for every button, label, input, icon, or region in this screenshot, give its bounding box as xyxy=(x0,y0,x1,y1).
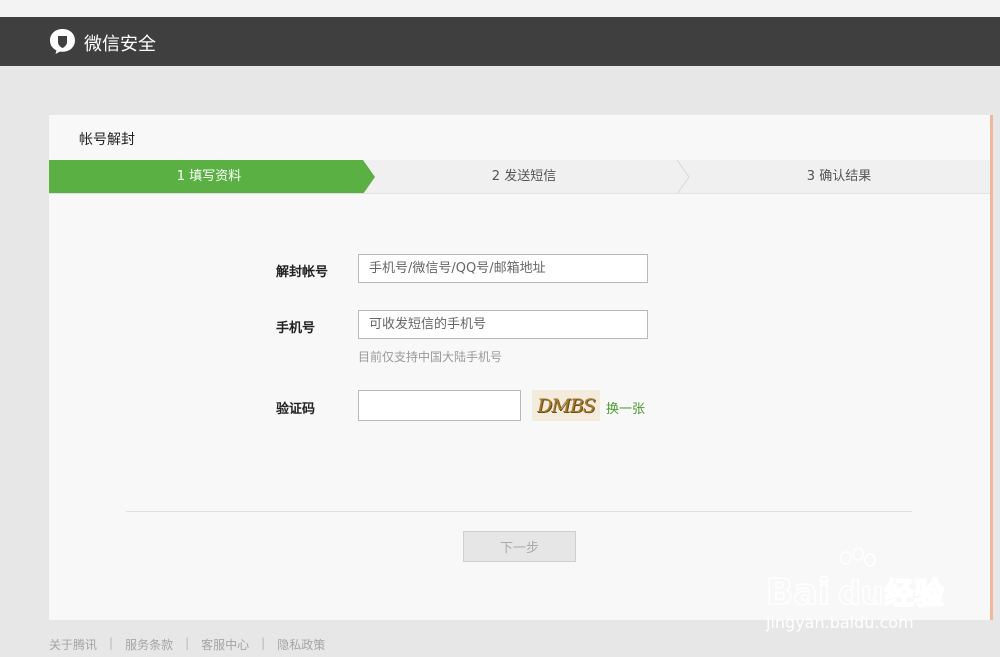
footer-separator: | xyxy=(261,636,266,650)
header-title: 微信安全 xyxy=(84,34,156,55)
footer-links: 关于腾讯 | 服务条款 | 客服中心 | 隐私政策 xyxy=(49,636,325,653)
refresh-captcha-link[interactable]: 换一张 xyxy=(606,398,645,417)
account-label: 解封帐号 xyxy=(276,265,329,280)
phone-input[interactable] xyxy=(358,310,648,339)
unblock-card: 帐号解封 1 填写资料 2 发送短信 3 确认结果 解封帐号 手机号 目前仅支持… xyxy=(49,115,993,620)
paw-icon xyxy=(840,548,876,567)
header-bar: 微信安全 xyxy=(0,17,1000,66)
wechat-security-logo-icon xyxy=(50,29,75,54)
page-title: 帐号解封 xyxy=(79,132,135,148)
step-3-confirm-result: 3 确认结果 xyxy=(806,169,872,184)
next-step-button[interactable]: 下一步 xyxy=(463,531,576,562)
phone-hint: 目前仅支持中国大陆手机号 xyxy=(358,350,503,364)
top-strip xyxy=(0,0,1000,17)
footer-separator: | xyxy=(109,636,114,650)
footer-link-privacy[interactable]: 隐私政策 xyxy=(277,636,325,653)
captcha-label: 验证码 xyxy=(276,402,316,417)
account-input[interactable] xyxy=(358,254,648,283)
phone-label: 手机号 xyxy=(276,321,316,336)
step-2-send-sms: 2 发送短信 xyxy=(491,169,557,184)
watermark-url: jingyan.baidu.com xyxy=(765,613,914,632)
step-1-fill-info: 1 填写资料 xyxy=(176,169,242,184)
form-divider xyxy=(126,511,912,512)
watermark-brand-cn: 经验 xyxy=(884,577,944,612)
baidu-jingyan-watermark: Bai du 经验 jingyan.baidu.com xyxy=(765,548,945,632)
step-progress: 1 填写资料 2 发送短信 3 确认结果 xyxy=(49,160,990,194)
footer-separator: | xyxy=(185,636,190,650)
footer-link-support[interactable]: 客服中心 xyxy=(201,636,249,653)
footer-link-about[interactable]: 关于腾讯 xyxy=(49,636,97,653)
captcha-input[interactable] xyxy=(358,390,521,421)
footer-link-terms[interactable]: 服务条款 xyxy=(125,636,173,653)
watermark-brand-left: Bai xyxy=(766,572,830,613)
captcha-image[interactable]: DMBS xyxy=(532,390,600,421)
watermark-brand-mid: du xyxy=(838,574,884,612)
